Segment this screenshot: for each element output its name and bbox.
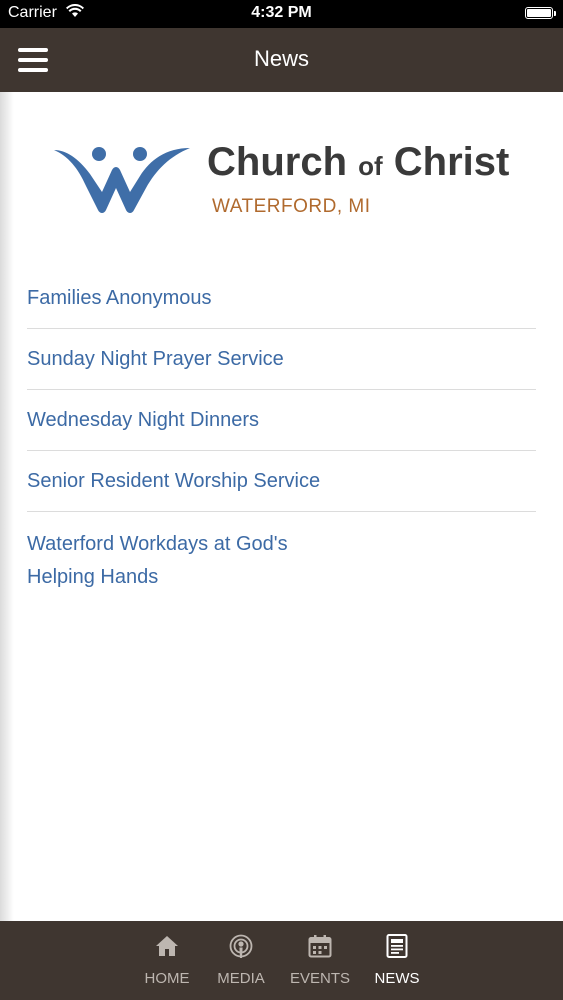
calendar-icon <box>308 935 332 958</box>
news-item[interactable]: Waterford Workdays at God's Helping Hand… <box>27 512 327 617</box>
news-list: Families Anonymous Sunday Night Prayer S… <box>27 268 536 617</box>
newspaper-icon <box>386 934 408 958</box>
tab-news[interactable]: NEWS <box>357 921 437 1000</box>
tab-home[interactable]: HOME <box>127 921 207 1000</box>
page-title: News <box>253 46 309 71</box>
church-name-of: of <box>358 151 383 181</box>
content-area: Church of Christ WATERFORD, MI Families … <box>0 92 563 921</box>
church-name-part2: Christ <box>382 140 510 184</box>
church-logo-mark-icon <box>54 147 190 213</box>
tab-events[interactable]: EVENTS <box>280 921 360 1000</box>
podcast-icon <box>229 934 253 958</box>
church-name: Church of Christ <box>207 140 509 185</box>
church-logo: Church of Christ WATERFORD, MI <box>0 92 563 268</box>
news-item[interactable]: Senior Resident Worship Service <box>27 451 536 512</box>
news-item[interactable]: Wednesday Night Dinners <box>27 390 536 451</box>
church-location: WATERFORD, MI <box>212 196 371 217</box>
news-item[interactable]: Sunday Night Prayer Service <box>27 329 536 390</box>
news-item[interactable]: Families Anonymous <box>27 268 536 329</box>
tab-home-label: HOME <box>144 970 190 987</box>
tab-media[interactable]: MEDIA <box>201 921 281 1000</box>
navigation-bar: News <box>0 28 563 92</box>
church-name-part1: Church <box>207 140 359 184</box>
battery-icon <box>525 7 556 19</box>
home-icon <box>156 936 178 956</box>
status-bar: Carrier 4:32 PM <box>0 0 563 28</box>
tab-bar: HOME MEDIA EVENTS NEWS <box>0 921 563 1000</box>
tab-events-label: EVENTS <box>289 970 350 987</box>
tab-media-label: MEDIA <box>217 970 265 987</box>
clock: 4:32 PM <box>251 4 312 21</box>
tab-news-label: NEWS <box>374 970 420 987</box>
